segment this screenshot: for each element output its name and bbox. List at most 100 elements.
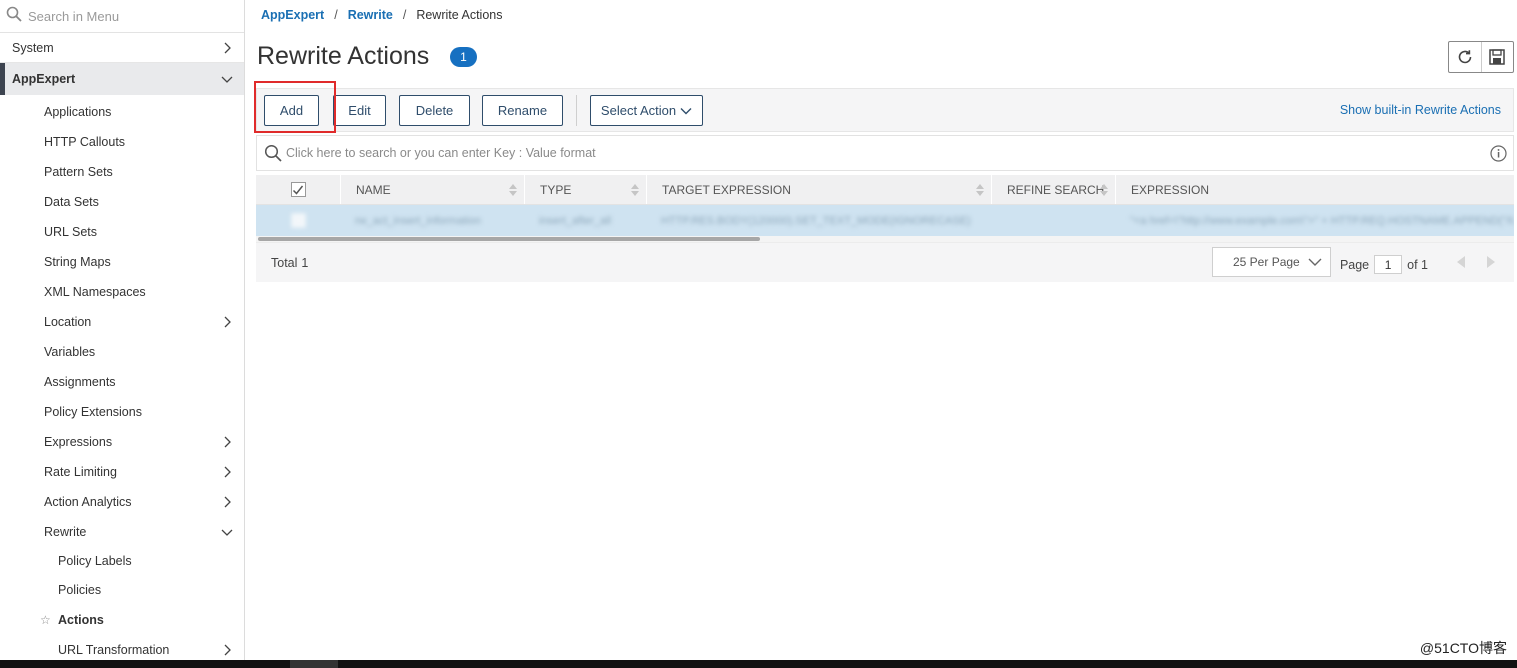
sidebar-item-label: URL Transformation (58, 643, 170, 657)
sidebar-item-action-analytics[interactable]: Action Analytics (0, 487, 244, 517)
row-checkbox[interactable] (290, 213, 306, 228)
page-label: Page (1339, 257, 1370, 272)
delete-button[interactable]: Delete (399, 95, 470, 126)
save-button[interactable] (1480, 42, 1513, 72)
sidebar-item-appexpert[interactable]: AppExpert (0, 63, 244, 95)
sidebar-item-label: Data Sets (44, 195, 99, 209)
sidebar-item-label: Action Analytics (44, 495, 132, 509)
sidebar-item-label: Policy Labels (58, 554, 132, 568)
taskbar-tab[interactable] (290, 660, 338, 668)
chevron-down-icon (221, 76, 233, 83)
total-value: 1 (301, 255, 309, 270)
sidebar: System AppExpert Applications HTTP Callo… (0, 0, 245, 668)
cell-name: rw_act_insert_information (340, 205, 524, 236)
chevron-down-icon (221, 529, 233, 536)
page-actions (1448, 41, 1514, 73)
cell-text: HTTP.RES.BODY(120000).SET_TEXT_MODE(IGNO… (661, 214, 971, 227)
scrollbar-thumb[interactable] (258, 237, 760, 241)
edit-button[interactable]: Edit (333, 95, 386, 126)
prev-page-icon[interactable] (1456, 255, 1466, 269)
chevron-right-icon (224, 466, 231, 478)
sidebar-item-variables[interactable]: Variables (0, 337, 244, 367)
sidebar-item-policy-extensions[interactable]: Policy Extensions (0, 397, 244, 427)
breadcrumb-appexpert[interactable]: AppExpert (261, 8, 324, 22)
row-select[interactable] (256, 205, 340, 236)
sidebar-item-label: Rate Limiting (44, 465, 117, 479)
breadcrumb-rewrite[interactable]: Rewrite (348, 8, 393, 22)
sidebar-item-actions[interactable]: ☆ Actions (0, 605, 244, 635)
breadcrumb-current: Rewrite Actions (416, 8, 503, 22)
next-page-icon[interactable] (1486, 255, 1496, 269)
header-select-all[interactable] (256, 175, 340, 204)
add-button[interactable]: Add (264, 95, 319, 126)
sidebar-item-string-maps[interactable]: String Maps (0, 247, 244, 277)
chevron-down-icon (680, 107, 692, 114)
save-icon (1489, 49, 1506, 65)
cell-text: rw_act_insert_information (355, 214, 481, 227)
cell-text: "<a href=\"http://www.example.com\">" + … (1130, 214, 1514, 227)
sort-icon[interactable] (630, 183, 640, 197)
sidebar-item-rate-limiting[interactable]: Rate Limiting (0, 457, 244, 487)
sidebar-item-label: Policy Extensions (44, 405, 142, 419)
table-search-input[interactable] (286, 146, 1466, 160)
total-count: Total 1 (271, 256, 308, 270)
per-page-dropdown[interactable]: 25 Per Page (1212, 247, 1331, 277)
sort-icon[interactable] (1099, 183, 1109, 197)
sidebar-item-applications[interactable]: Applications (0, 97, 244, 127)
star-icon[interactable]: ☆ (40, 613, 51, 627)
column-header-refine-search[interactable]: REFINE SEARCH (991, 175, 1115, 204)
column-header-target-expression[interactable]: TARGET EXPRESSION (646, 175, 991, 204)
sort-icon[interactable] (508, 183, 518, 197)
rename-button[interactable]: Rename (482, 95, 563, 126)
sidebar-item-data-sets[interactable]: Data Sets (0, 187, 244, 217)
cell-text: insert_after_all (539, 214, 612, 227)
select-action-dropdown[interactable]: Select Action (590, 95, 703, 126)
column-header-name[interactable]: NAME (340, 175, 524, 204)
sidebar-item-http-callouts[interactable]: HTTP Callouts (0, 127, 244, 157)
toolbar-divider (576, 95, 577, 126)
menu-search (0, 0, 244, 33)
sidebar-item-label: HTTP Callouts (44, 135, 126, 149)
sidebar-item-policies[interactable]: Policies (0, 575, 244, 605)
refresh-icon (1458, 50, 1472, 64)
page-number-input[interactable] (1374, 255, 1403, 274)
sidebar-item-location[interactable]: Location (0, 307, 244, 337)
column-header-label: TARGET EXPRESSION (662, 182, 791, 197)
taskbar (0, 660, 1517, 668)
sidebar-item-label: Policies (58, 583, 102, 597)
table-search (256, 135, 1514, 171)
chevron-right-icon (224, 316, 231, 328)
sort-icon[interactable] (975, 183, 985, 197)
cell-expression: "<a href=\"http://www.example.com\">" + … (1115, 205, 1514, 236)
show-builtin-link[interactable]: Show built-in Rewrite Actions (1340, 103, 1501, 117)
column-header-label: TYPE (540, 182, 572, 197)
column-header-type[interactable]: TYPE (524, 175, 646, 204)
sidebar-item-system[interactable]: System (0, 33, 244, 63)
refresh-button[interactable] (1449, 42, 1481, 72)
chevron-right-icon (224, 644, 231, 656)
sidebar-item-url-sets[interactable]: URL Sets (0, 217, 244, 247)
breadcrumb-separator: / (402, 8, 407, 22)
per-page-label: 25 Per Page (1233, 255, 1300, 269)
info-icon[interactable] (1490, 145, 1507, 167)
sidebar-item-expressions[interactable]: Expressions (0, 427, 244, 457)
sidebar-item-label: Rewrite (44, 525, 87, 539)
sidebar-item-label: Expressions (44, 435, 113, 449)
sidebar-item-label: Assignments (44, 375, 116, 389)
column-header-label: REFINE SEARCH (1007, 182, 1105, 197)
select-all-checkbox[interactable] (290, 182, 306, 197)
menu-search-input[interactable] (28, 8, 228, 24)
watermark: @51CTO博客 (1419, 640, 1507, 656)
table-row[interactable]: rw_act_insert_information insert_after_a… (256, 205, 1514, 236)
select-action-label: Select Action (600, 103, 677, 118)
sidebar-item-rewrite[interactable]: Rewrite (0, 517, 244, 547)
sidebar-item-xml-namespaces[interactable]: XML Namespaces (0, 277, 244, 307)
cell-target-expression: HTTP.RES.BODY(120000).SET_TEXT_MODE(IGNO… (646, 205, 991, 236)
sidebar-item-assignments[interactable]: Assignments (0, 367, 244, 397)
chevron-right-icon (224, 436, 231, 448)
sidebar-item-label: Location (44, 315, 92, 329)
sidebar-item-label: System (12, 40, 54, 55)
column-header-expression[interactable]: EXPRESSION (1115, 175, 1514, 204)
sidebar-item-policy-labels[interactable]: Policy Labels (0, 547, 244, 575)
sidebar-item-pattern-sets[interactable]: Pattern Sets (0, 157, 244, 187)
